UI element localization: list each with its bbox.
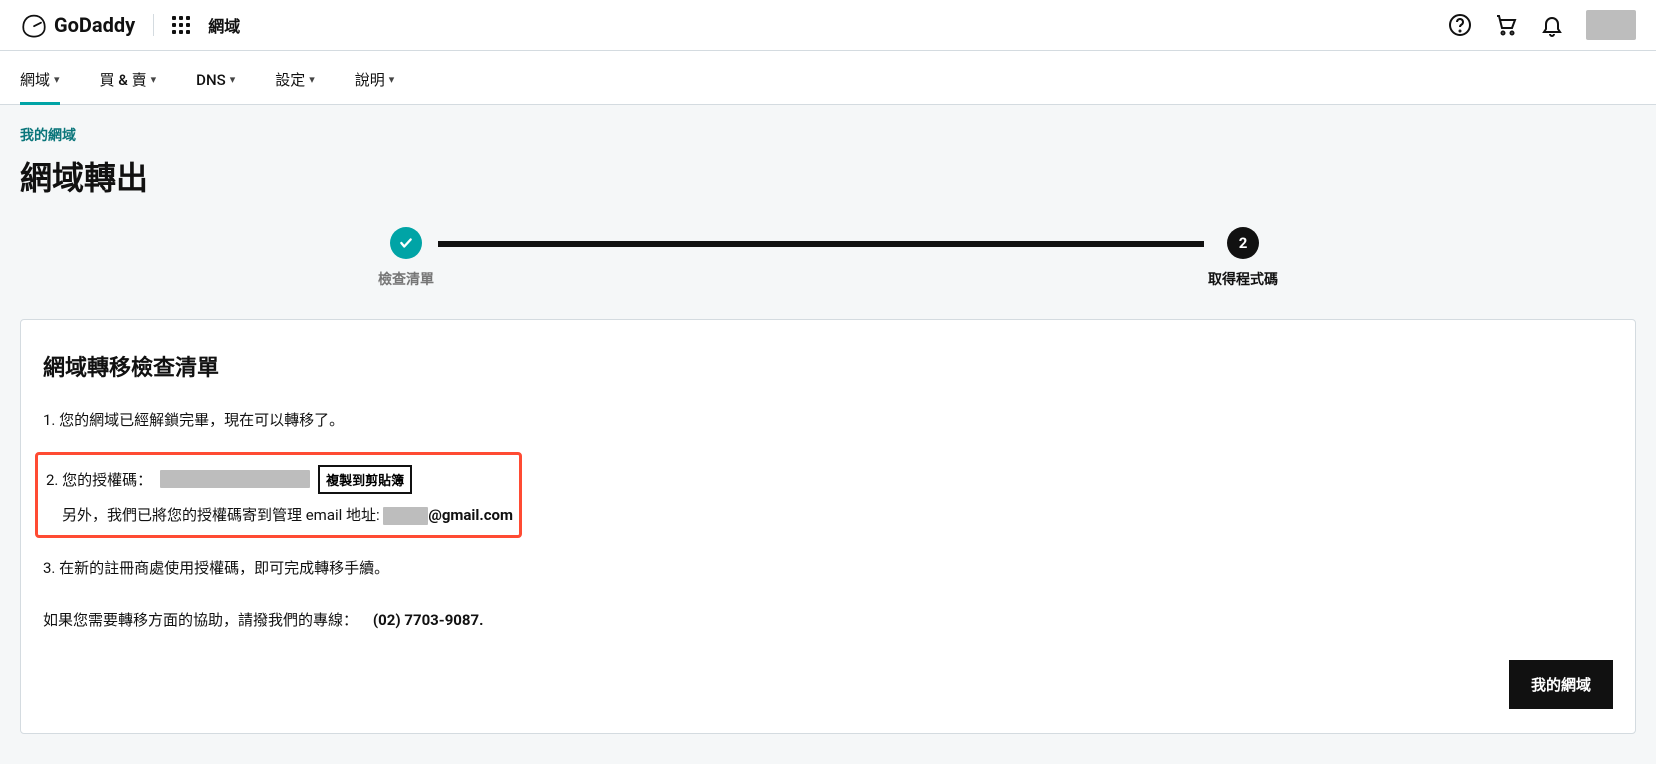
support-phone: (02) 7703-9087.: [373, 611, 484, 629]
nav-item-dns[interactable]: DNS ▾: [196, 71, 235, 103]
email-info-row: 另外，我們已將您的授權碼寄到管理 email 地址: @gmail.com: [62, 504, 513, 525]
step-2: 2 取得程式碼: [1208, 227, 1278, 289]
header-right: [1448, 10, 1636, 40]
auth-code-value-redacted: [160, 470, 310, 488]
auth-code-row: 2. 您的授權碼： 複製到剪貼簿: [46, 465, 513, 494]
chevron-down-icon: ▾: [54, 73, 60, 86]
step-2-circle: 2: [1227, 227, 1259, 259]
breadcrumb[interactable]: 我的網域: [20, 125, 1636, 145]
auth-code-highlight: 2. 您的授權碼： 複製到剪貼簿 另外，我們已將您的授權碼寄到管理 email …: [35, 452, 522, 538]
chevron-down-icon: ▾: [309, 73, 315, 86]
top-header: GoDaddy 網域: [0, 0, 1656, 51]
chevron-down-icon: ▾: [151, 73, 157, 86]
apps-grid-icon[interactable]: [172, 16, 190, 34]
godaddy-logo-icon: [20, 11, 48, 39]
page-title: 網域轉出: [20, 153, 1636, 199]
nav-label: DNS: [196, 71, 226, 89]
cart-icon[interactable]: [1494, 13, 1518, 37]
step-1: 檢查清單: [378, 227, 434, 289]
nav-item-settings[interactable]: 設定 ▾: [275, 69, 315, 104]
my-domains-button[interactable]: 我的網域: [1509, 660, 1613, 709]
nav-item-domain[interactable]: 網域 ▾: [20, 69, 60, 104]
email-line-prefix: 另外，我們已將您的授權碼寄到管理 email 地址:: [62, 506, 380, 524]
secondary-nav: 網域 ▾ 買 & 賣 ▾ DNS ▾ 設定 ▾ 說明 ▾: [0, 51, 1656, 105]
header-section-label: 網域: [208, 13, 240, 37]
help-icon[interactable]: [1448, 13, 1472, 37]
divider: [153, 14, 154, 36]
progress-stepper: 檢查清單 2 取得程式碼: [378, 227, 1278, 289]
nav-label: 設定: [275, 69, 305, 90]
header-left: GoDaddy 網域: [20, 11, 240, 39]
checklist-card: 網域轉移檢查清單 1. 您的網域已經解鎖完畢，現在可以轉移了。 2. 您的授權碼…: [20, 319, 1636, 734]
card-title: 網域轉移檢查清單: [43, 350, 1613, 382]
step-connector: [438, 241, 1204, 247]
user-avatar[interactable]: [1586, 10, 1636, 40]
support-line: 如果您需要轉移方面的協助，請撥我們的專線： (02) 7703-9087.: [43, 609, 1613, 630]
checklist-item-1: 1. 您的網域已經解鎖完畢，現在可以轉移了。: [43, 408, 1613, 434]
notifications-icon[interactable]: [1540, 13, 1564, 37]
email-user-redacted: [383, 507, 428, 525]
brand-name: GoDaddy: [54, 13, 135, 37]
support-prefix: 如果您需要轉移方面的協助，請撥我們的專線：: [43, 611, 358, 629]
chevron-down-icon: ▾: [230, 73, 236, 86]
step-1-circle: [390, 227, 422, 259]
nav-item-buy-sell[interactable]: 買 & 賣 ▾: [100, 69, 157, 104]
chevron-down-icon: ▾: [389, 73, 395, 86]
check-icon: [399, 236, 413, 250]
brand-logo[interactable]: GoDaddy: [20, 11, 135, 39]
nav-item-help[interactable]: 說明 ▾: [355, 69, 395, 104]
step-2-label: 取得程式碼: [1208, 269, 1278, 289]
step-1-label: 檢查清單: [378, 269, 434, 289]
auth-code-label: 2. 您的授權碼：: [46, 469, 152, 490]
email-domain-suffix: @gmail.com: [428, 506, 513, 524]
nav-label: 網域: [20, 69, 50, 90]
nav-label: 說明: [355, 69, 385, 90]
card-footer: 我的網域: [43, 660, 1613, 709]
main-content: 我的網域 網域轉出 檢查清單 2 取得程式碼 網域轉移檢查清單 1. 您的網域已…: [0, 105, 1656, 764]
copy-to-clipboard-button[interactable]: 複製到剪貼簿: [318, 465, 412, 494]
nav-label: 買 & 賣: [100, 69, 147, 90]
checklist-item-3: 3. 在新的註冊商處使用授權碼，即可完成轉移手續。: [43, 556, 1613, 582]
